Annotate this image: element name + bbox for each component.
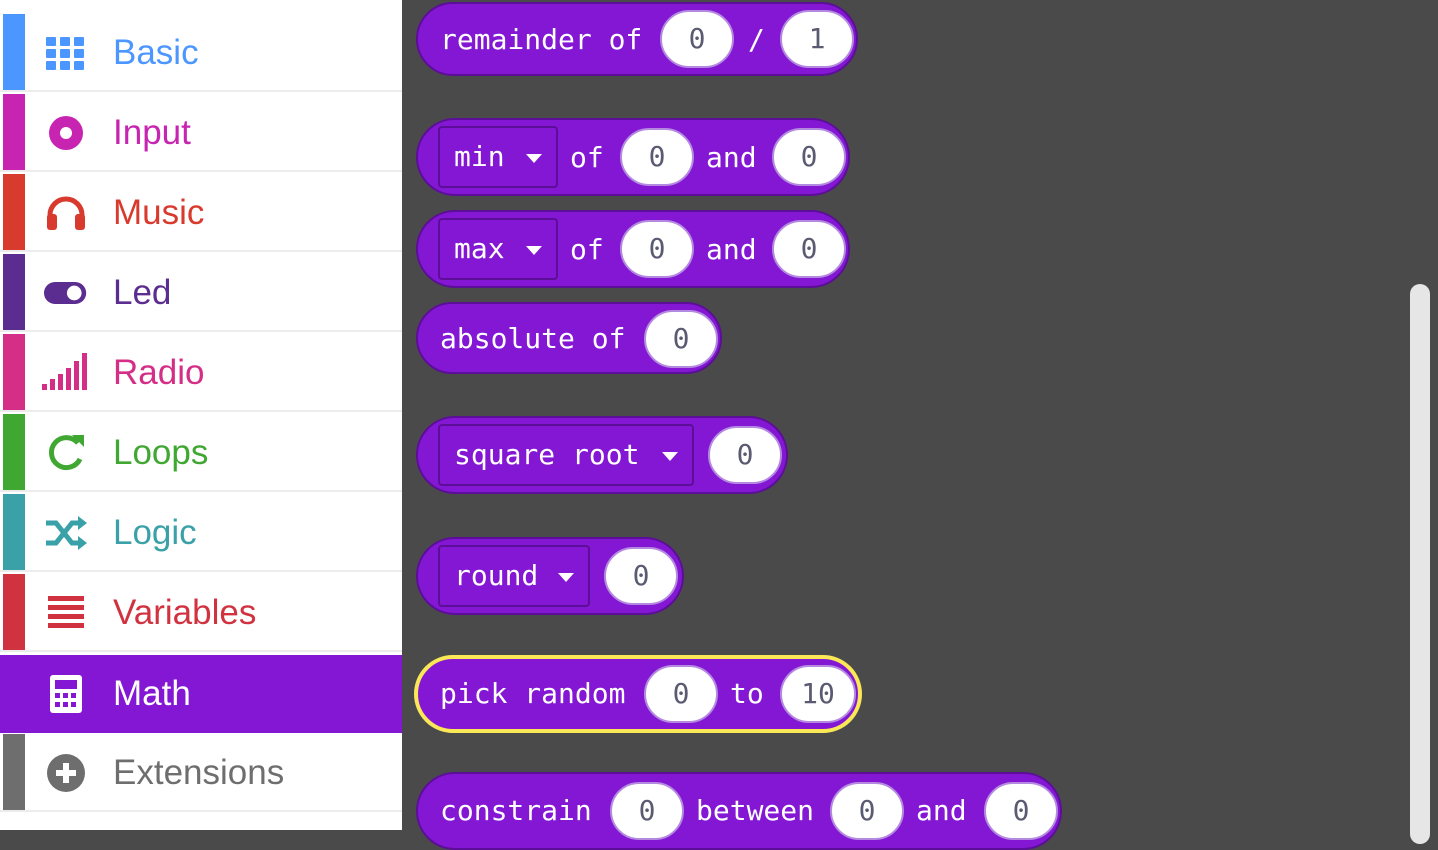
category-color-bar	[3, 574, 25, 650]
divisor-input[interactable]: 1	[780, 10, 854, 68]
dropdown-label: square root	[454, 438, 640, 471]
grid-icon	[46, 37, 84, 70]
category-color-bar	[3, 334, 25, 410]
signal-bars-icon	[42, 353, 87, 390]
category-label: Led	[113, 273, 172, 312]
category-color-bar	[3, 254, 25, 330]
operator-dropdown[interactable]: max	[438, 218, 558, 280]
lines-icon	[48, 596, 84, 628]
block-label: between	[696, 794, 815, 827]
dropdown-label: min	[454, 140, 505, 173]
block-label: and	[706, 233, 757, 266]
category-input[interactable]: Input	[0, 94, 402, 172]
block-label: of	[570, 141, 604, 174]
operator-dropdown[interactable]: min	[438, 126, 558, 188]
toolbox: Basic Input Music Led Radio Loops Logic …	[0, 0, 402, 830]
value-input[interactable]: 0	[604, 547, 678, 605]
category-color-bar	[3, 494, 25, 570]
square-root-block[interactable]: square root 0	[416, 416, 788, 494]
vertical-scrollbar[interactable]	[1410, 284, 1430, 844]
category-loops[interactable]: Loops	[0, 414, 402, 492]
block-label: and	[706, 141, 757, 174]
chevron-down-icon	[558, 573, 574, 582]
low-value-input[interactable]: 0	[830, 782, 904, 840]
category-extensions[interactable]: Extensions	[0, 734, 402, 812]
category-music[interactable]: Music	[0, 174, 402, 252]
headphones-icon	[47, 196, 85, 230]
high-value-input[interactable]: 0	[984, 782, 1058, 840]
dividend-input[interactable]: 0	[660, 10, 734, 68]
absolute-block[interactable]: absolute of 0	[416, 302, 722, 374]
target-icon	[49, 116, 83, 150]
value-input[interactable]: 0	[610, 782, 684, 840]
dropdown-label: round	[454, 559, 539, 592]
category-label: Input	[113, 113, 191, 152]
block-label: to	[730, 677, 764, 710]
plus-circle-icon	[47, 754, 85, 792]
chevron-down-icon	[526, 246, 542, 255]
chevron-down-icon	[662, 452, 678, 461]
constrain-block[interactable]: constrain 0 between 0 and 0	[416, 772, 1062, 850]
block-label: constrain	[440, 794, 592, 827]
category-label: Music	[113, 193, 205, 232]
max-value-input[interactable]: 10	[780, 665, 856, 723]
category-label: Logic	[113, 513, 197, 552]
category-label: Basic	[113, 33, 199, 72]
max-block[interactable]: max of 0 and 0	[416, 210, 850, 288]
block-label: absolute of	[440, 322, 626, 355]
value-input[interactable]: 0	[620, 128, 694, 186]
category-logic[interactable]: Logic	[0, 494, 402, 572]
round-block[interactable]: round 0	[416, 537, 684, 615]
category-color-bar	[3, 14, 25, 90]
function-dropdown[interactable]: square root	[438, 424, 694, 486]
toggle-icon	[44, 282, 87, 304]
value-input[interactable]: 0	[708, 426, 782, 484]
block-label: /	[748, 23, 765, 56]
category-label: Radio	[113, 353, 205, 392]
chevron-down-icon	[526, 154, 542, 163]
value-input[interactable]: 0	[620, 220, 694, 278]
category-label: Loops	[113, 433, 209, 472]
remainder-block[interactable]: remainder of 0 / 1	[416, 2, 858, 76]
function-dropdown[interactable]: round	[438, 545, 590, 607]
value-input[interactable]: 0	[644, 310, 718, 368]
category-color-bar	[3, 94, 25, 170]
category-color-bar	[3, 414, 25, 490]
value-input[interactable]: 0	[772, 128, 846, 186]
block-label: and	[916, 794, 967, 827]
block-label: remainder of	[440, 23, 643, 56]
category-led[interactable]: Led	[0, 254, 402, 332]
block-label: pick random	[440, 677, 626, 710]
category-label: Math	[113, 674, 191, 713]
category-variables[interactable]: Variables	[0, 574, 402, 652]
category-label: Variables	[113, 593, 257, 632]
loop-arrow-icon	[49, 435, 84, 471]
block-label: of	[570, 233, 604, 266]
category-basic[interactable]: Basic	[0, 14, 402, 92]
shuffle-icon	[46, 516, 87, 550]
calculator-icon	[50, 675, 82, 713]
category-color-bar	[3, 174, 25, 250]
min-block[interactable]: min of 0 and 0	[416, 118, 850, 196]
category-color-bar	[3, 734, 25, 810]
value-input[interactable]: 0	[772, 220, 846, 278]
min-value-input[interactable]: 0	[644, 665, 718, 723]
category-label: Extensions	[113, 753, 285, 792]
block-flyout: remainder of 0 / 1 min of 0 and 0 max of…	[402, 0, 1438, 850]
dropdown-label: max	[454, 232, 505, 265]
category-math[interactable]: Math	[0, 655, 402, 733]
category-radio[interactable]: Radio	[0, 334, 402, 412]
pick-random-block[interactable]: pick random 0 to 10	[414, 655, 862, 733]
